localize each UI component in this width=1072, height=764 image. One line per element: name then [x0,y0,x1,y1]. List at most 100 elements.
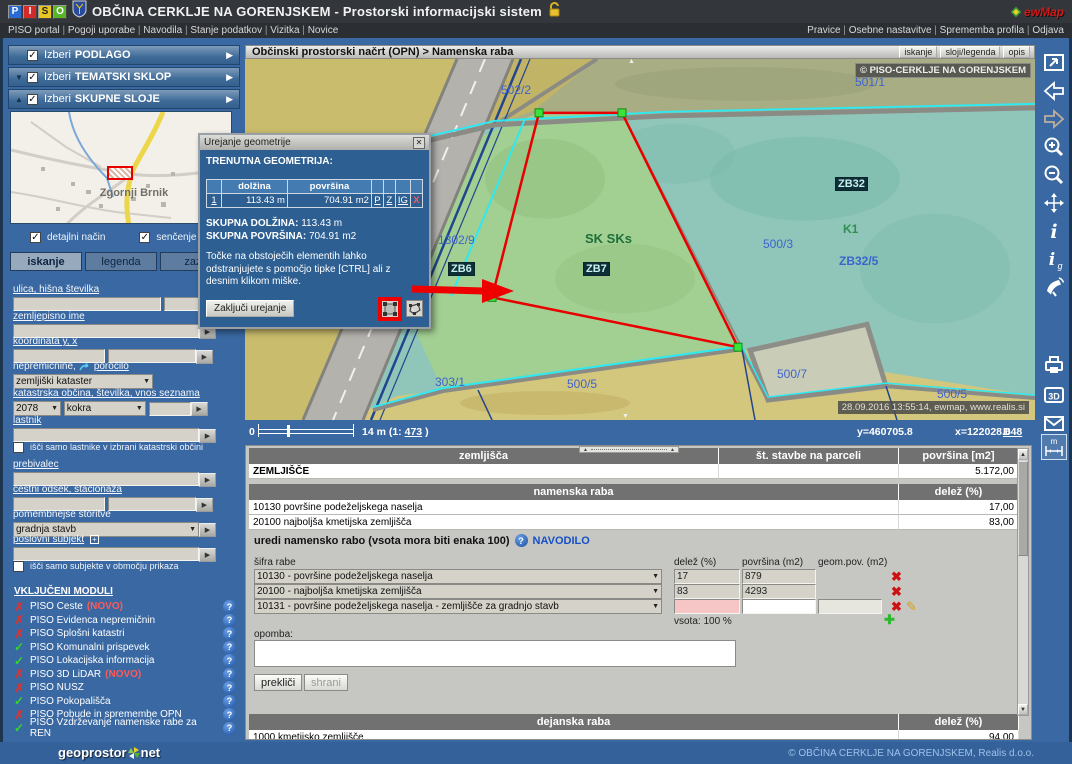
geom-area-input[interactable] [818,599,882,614]
full-extent-button[interactable] [1041,50,1067,76]
house-number-input[interactable] [164,297,200,311]
p-link[interactable]: P [371,194,383,208]
checkbox-checked-icon[interactable]: ✓ [27,50,38,61]
module-help-button[interactable]: ? [223,614,236,627]
navodilo-link[interactable]: NAVODILO [533,535,590,547]
module-help-button[interactable]: ? [223,668,236,681]
module-help-button[interactable]: ? [223,641,236,654]
accordion-podlago[interactable]: ✓ Izberi PODLAGO ▶ [8,45,240,65]
use-code-select[interactable]: 20100 - najboljša kmetijska zemljišča▼ [254,584,662,599]
detail-mode-checkbox[interactable]: ✓ [30,232,41,243]
collapse-handle-top[interactable]: ▲ [628,59,635,65]
accordion-tematski-sklop[interactable]: ▼ ✓ Izberi TEMATSKI SKLOP ▶ [8,67,240,87]
menu-pogoji-uporabe[interactable]: Pogoji uporabe [60,25,135,36]
menu-novice[interactable]: Novice [300,25,339,36]
share-input[interactable] [674,599,740,614]
scale-ratio-link[interactable]: 473 [405,426,423,438]
module-help-button[interactable]: ? [223,708,236,721]
menu-navodila[interactable]: Navodila [135,25,182,36]
cadastre-name-select[interactable]: kokra▼ [64,401,146,416]
menu-odjava[interactable]: Odjava [1024,25,1064,36]
area-input[interactable] [742,599,816,614]
forward-button[interactable] [1041,106,1067,132]
owner-filter-checkbox[interactable] [13,442,24,453]
module-help-button[interactable]: ? [223,627,236,640]
delete-link[interactable]: X [410,194,422,208]
add-row-icon[interactable]: ✚ [884,612,895,628]
tab-legenda[interactable]: legenda [85,252,157,271]
coord-label[interactable]: koordinata y, x [13,336,235,347]
note-textarea[interactable] [254,640,736,667]
scroll-up-button[interactable]: ▲ [1018,449,1028,460]
realestate-select[interactable]: zemljiški kataster▼ [13,374,153,389]
piso-logo[interactable]: P I S O [8,5,67,19]
datum-link[interactable]: D48 [1003,426,1022,438]
menu-vizitka[interactable]: Vizitka [262,25,299,36]
tab-iskanje[interactable]: iskanje [10,252,82,271]
scroll-down-button[interactable]: ▼ [1018,704,1028,715]
cadastre-code-select[interactable]: 2078▼ [13,401,61,416]
plus-box-icon[interactable]: + [90,535,99,544]
measure-button[interactable]: m [1041,434,1067,460]
map-button-opis[interactable]: opis [1003,46,1030,58]
business-label[interactable]: poslovni subjekt [13,534,84,545]
dialog-titlebar[interactable]: Urejanje geometrije ✕ [200,135,429,150]
row-number-link[interactable]: 1 [207,194,222,208]
panel-splitter[interactable]: ▲▲ [579,446,679,453]
cadastre-number-input[interactable] [149,402,191,416]
map-button-iskanje[interactable]: iskanje [899,46,937,58]
accordion-skupne-sloje[interactable]: ▲ ✓ Izberi SKUPNE SLOJE ▶ [8,89,240,109]
module-help-button[interactable]: ? [223,695,236,708]
use-code-select[interactable]: 10130 - površine podeželjskega naselja▼ [254,569,662,584]
cadastre-label[interactable]: katastrska občina, številka, vnos seznam… [13,388,235,399]
pan-button[interactable] [1041,190,1067,216]
info-group-button[interactable]: ig [1041,246,1067,272]
triangle-down-icon[interactable]: ▼ [15,73,27,82]
help-button[interactable]: ? [515,534,528,547]
mail-button[interactable] [1041,410,1067,436]
info-button[interactable]: i [1041,218,1067,244]
checkbox-checked-icon[interactable]: ✓ [27,94,38,105]
zoom-out-button[interactable] [1041,162,1067,188]
print-button[interactable] [1041,352,1067,378]
module-help-button[interactable]: ? [223,600,236,613]
owner-input[interactable] [13,428,199,442]
delete-row-icon[interactable]: ✖ [891,585,902,598]
owner-label[interactable]: lastnik [13,415,235,426]
delete-row-icon[interactable]: ✖ [891,570,902,583]
scale-slider[interactable] [258,429,353,434]
street-input[interactable] [13,297,161,311]
ig-link[interactable]: IG [395,194,410,208]
view-3d-button[interactable]: 3D [1041,382,1067,408]
polygon-tool-active-icon[interactable] [378,297,402,321]
back-button[interactable] [1041,78,1067,104]
road-section-label[interactable]: cestni odsek, stacionaža [13,484,235,495]
module-help-button[interactable]: ? [223,654,236,667]
business-input[interactable] [13,547,199,561]
search-go-icon[interactable]: ▶ [199,429,216,443]
menu-sprememba-profila[interactable]: Sprememba profila [932,25,1025,36]
scroll-thumb[interactable] [1018,461,1028,556]
menu-pravice[interactable]: Pravice [807,25,840,36]
collapse-handle-bottom[interactable]: ▼ [622,413,629,420]
share-input[interactable] [674,569,740,584]
triangle-up-icon[interactable]: ▲ [15,95,27,104]
menu-stanje-podatkov[interactable]: Stanje podatkov [182,25,262,36]
use-code-select[interactable]: 10131 - površine podeželjskega naselja -… [254,599,662,614]
module-help-button[interactable]: ? [223,681,236,694]
cancel-button[interactable]: prekliči [254,674,302,691]
shading-checkbox[interactable]: ✓ [139,232,150,243]
geoprostor-logo[interactable]: geoprostor net [58,745,160,760]
area-input[interactable] [742,584,816,599]
module-help-button[interactable]: ? [223,722,236,735]
save-button[interactable]: shrani [304,674,348,691]
scale-slider-handle[interactable] [287,425,290,437]
finish-editing-button[interactable]: Zaključi urejanje [206,300,294,317]
panel-scrollbar[interactable]: ▲ ▼ [1017,448,1029,716]
search-go-icon[interactable]: ▶ [191,402,208,416]
edit-pencil-icon[interactable]: ✎ [906,599,917,615]
checkbox-checked-icon[interactable]: ✓ [27,72,38,83]
zoom-in-button[interactable] [1041,134,1067,160]
area-input[interactable] [742,569,816,584]
menu-osebne-nastavitve[interactable]: Osebne nastavitve [841,25,932,36]
